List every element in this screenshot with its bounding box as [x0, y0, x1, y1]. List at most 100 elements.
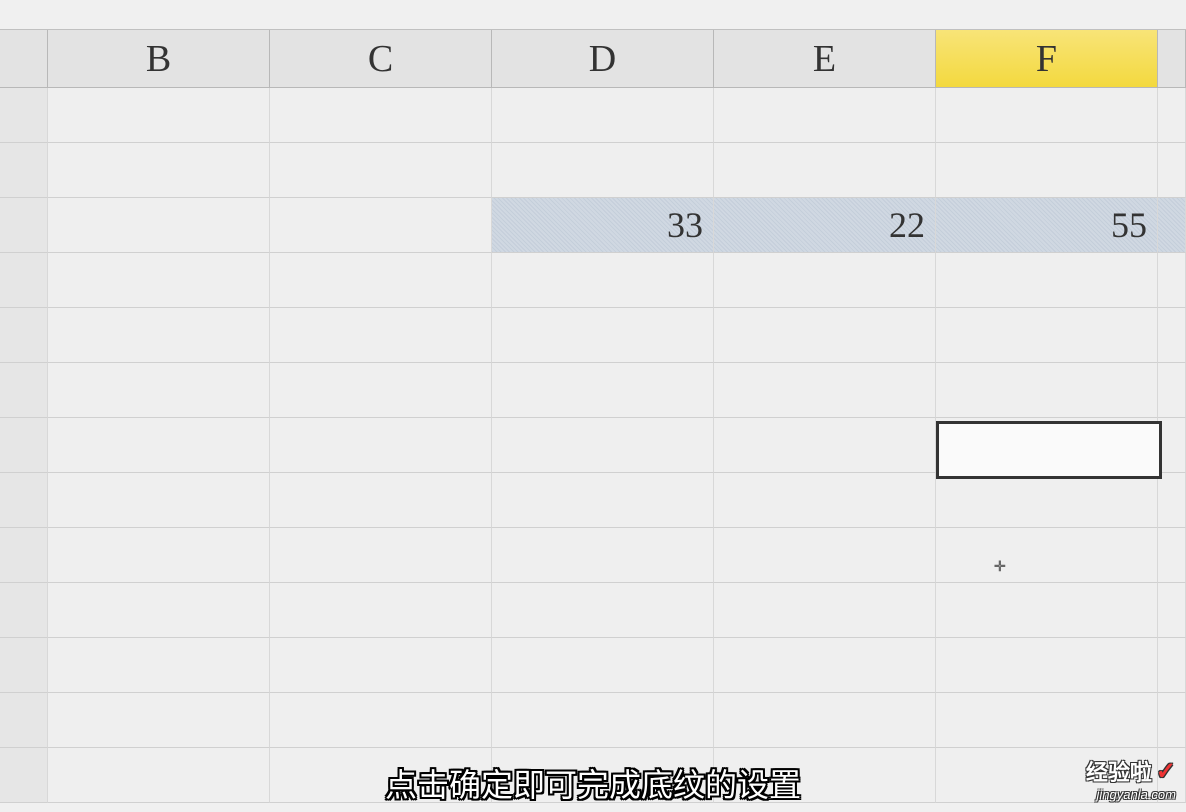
- cell[interactable]: [270, 253, 492, 308]
- cell[interactable]: [936, 253, 1158, 308]
- cell[interactable]: [48, 253, 270, 308]
- watermark-url: jingyanla.com: [1086, 787, 1176, 802]
- cell[interactable]: [270, 308, 492, 363]
- cell[interactable]: [492, 418, 714, 473]
- row-2: [0, 143, 1186, 198]
- cell[interactable]: [714, 638, 936, 693]
- cell[interactable]: [492, 253, 714, 308]
- cell[interactable]: [48, 143, 270, 198]
- check-icon: ✓: [1156, 757, 1176, 786]
- column-header-b[interactable]: B: [48, 30, 270, 88]
- cell[interactable]: [48, 528, 270, 583]
- row-header[interactable]: [0, 638, 48, 693]
- row-header[interactable]: [0, 308, 48, 363]
- column-header-g[interactable]: [1158, 30, 1186, 88]
- column-header-e[interactable]: E: [714, 30, 936, 88]
- cell[interactable]: [48, 583, 270, 638]
- cell[interactable]: [936, 418, 1158, 473]
- cell[interactable]: [714, 693, 936, 748]
- cell[interactable]: [492, 528, 714, 583]
- cell-f3[interactable]: 55: [936, 198, 1158, 253]
- row-header[interactable]: [0, 143, 48, 198]
- cell[interactable]: [936, 528, 1158, 583]
- cell-e3[interactable]: 22: [714, 198, 936, 253]
- row-header[interactable]: [0, 583, 48, 638]
- row-header[interactable]: [0, 528, 48, 583]
- cell[interactable]: [48, 88, 270, 143]
- cell[interactable]: [714, 418, 936, 473]
- cell[interactable]: [714, 88, 936, 143]
- cell[interactable]: [48, 198, 270, 253]
- cell[interactable]: [492, 143, 714, 198]
- cell[interactable]: [492, 693, 714, 748]
- cell[interactable]: [714, 253, 936, 308]
- cell-d3[interactable]: 33: [492, 198, 714, 253]
- cell[interactable]: [714, 473, 936, 528]
- cell[interactable]: [48, 418, 270, 473]
- cell[interactable]: [1158, 253, 1186, 308]
- cell[interactable]: [270, 638, 492, 693]
- cell[interactable]: [270, 583, 492, 638]
- cell[interactable]: [48, 638, 270, 693]
- cell[interactable]: [936, 473, 1158, 528]
- cell[interactable]: [936, 88, 1158, 143]
- row-header[interactable]: [0, 473, 48, 528]
- column-header-c[interactable]: C: [270, 30, 492, 88]
- cell[interactable]: [270, 143, 492, 198]
- cell[interactable]: [714, 143, 936, 198]
- cell[interactable]: [48, 308, 270, 363]
- cell[interactable]: [492, 308, 714, 363]
- cell[interactable]: [936, 363, 1158, 418]
- cell[interactable]: [270, 363, 492, 418]
- cell[interactable]: [1158, 638, 1186, 693]
- cell[interactable]: [492, 473, 714, 528]
- row-header[interactable]: [0, 748, 48, 803]
- column-header-f[interactable]: F: [936, 30, 1158, 88]
- cell[interactable]: [936, 693, 1158, 748]
- cell[interactable]: [936, 143, 1158, 198]
- row-12: [0, 693, 1186, 748]
- cell[interactable]: [1158, 528, 1186, 583]
- cell[interactable]: [936, 583, 1158, 638]
- cell[interactable]: [270, 528, 492, 583]
- row-9: [0, 528, 1186, 583]
- row-header[interactable]: [0, 88, 48, 143]
- row-header[interactable]: [0, 418, 48, 473]
- cell[interactable]: [1158, 198, 1186, 253]
- cell[interactable]: [270, 693, 492, 748]
- cell[interactable]: [714, 308, 936, 363]
- cell[interactable]: [714, 528, 936, 583]
- cell[interactable]: [1158, 308, 1186, 363]
- column-header-row: B C D E F: [0, 30, 1186, 88]
- select-all-corner[interactable]: [0, 30, 48, 88]
- cell[interactable]: [492, 363, 714, 418]
- cell[interactable]: [48, 748, 270, 803]
- row-header[interactable]: [0, 363, 48, 418]
- cell[interactable]: [270, 418, 492, 473]
- cell[interactable]: [492, 638, 714, 693]
- cell[interactable]: [1158, 143, 1186, 198]
- cell[interactable]: [1158, 88, 1186, 143]
- cell[interactable]: [1158, 363, 1186, 418]
- row-header[interactable]: [0, 693, 48, 748]
- row-header[interactable]: [0, 253, 48, 308]
- row-header[interactable]: [0, 198, 48, 253]
- cell[interactable]: [48, 473, 270, 528]
- cell[interactable]: [48, 693, 270, 748]
- cell[interactable]: [936, 638, 1158, 693]
- cell[interactable]: [492, 583, 714, 638]
- cell[interactable]: [714, 363, 936, 418]
- column-header-d[interactable]: D: [492, 30, 714, 88]
- row-10: [0, 583, 1186, 638]
- cell[interactable]: [1158, 583, 1186, 638]
- cell[interactable]: [270, 473, 492, 528]
- cell[interactable]: [1158, 418, 1186, 473]
- cell[interactable]: [1158, 473, 1186, 528]
- cell[interactable]: [936, 308, 1158, 363]
- cell[interactable]: [270, 198, 492, 253]
- cell[interactable]: [48, 363, 270, 418]
- cell[interactable]: [1158, 693, 1186, 748]
- cell[interactable]: [714, 583, 936, 638]
- cell[interactable]: [270, 88, 492, 143]
- cell[interactable]: [492, 88, 714, 143]
